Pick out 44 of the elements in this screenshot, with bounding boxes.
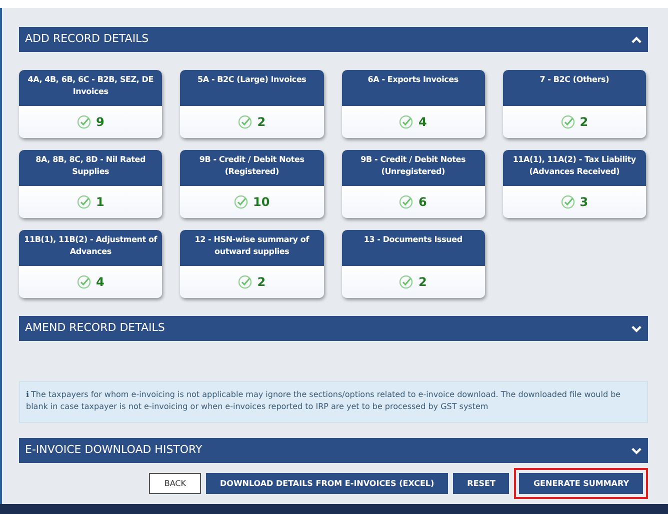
section-card[interactable]: 7 - B2C (Others) 2 xyxy=(502,70,646,138)
action-button[interactable]: BACK xyxy=(149,473,201,494)
section-header[interactable]: AMEND RECORD DETAILS xyxy=(19,316,648,341)
record-count: 2 xyxy=(580,114,588,131)
section-card[interactable]: 11A(1), 11A(2) - Tax Liability (Advances Received) 3 xyxy=(502,150,646,218)
action-button[interactable]: RESET xyxy=(453,473,510,494)
record-count: 2 xyxy=(257,114,266,131)
card-title: 9B - Credit / Debit Notes (Unregistered) xyxy=(342,150,485,186)
section-card[interactable]: 5A - B2C (Large) Invoices 2 xyxy=(180,70,324,138)
record-count: 9 xyxy=(96,114,104,131)
record-count: 2 xyxy=(257,274,266,291)
card-title: 7 - B2C (Others) xyxy=(502,70,646,106)
record-count: 2 xyxy=(418,274,427,291)
section-card[interactable]: 12 - HSN-wise summary of outward supplies 2 xyxy=(180,230,324,298)
section-card[interactable]: 4A, 4B, 6B, 6C - B2B, SEZ, DE Invoices 9 xyxy=(19,70,162,138)
card-title: 6A - Exports Invoices xyxy=(342,70,485,106)
section-card[interactable]: 13 - Documents Issued 2 xyxy=(342,230,485,298)
record-count: 4 xyxy=(96,274,104,291)
section-card[interactable]: 11B(1), 11B(2) - Adjustment of Advances 4 xyxy=(19,230,162,298)
info-message: ℹ The taxpayers for whom e-invoicing is not applicable may ignore the sections/options related to e-invoice download. The downloaded file would be blank in case taxpayer is not e-invoicing or when e-invoices reported to IRP are yet to be processed by GST system xyxy=(26,389,622,413)
card-title: 12 - HSN-wise summary of outward supplies xyxy=(180,230,324,266)
section-card[interactable]: 6A - Exports Invoices 4 xyxy=(342,70,485,138)
record-count: 10 xyxy=(253,194,270,211)
section-title: E-INVOICE DOWNLOAD HISTORY xyxy=(25,442,202,458)
action-button[interactable]: DOWNLOAD DETAILS FROM E-INVOICES (EXCEL) xyxy=(206,473,448,494)
record-count: 6 xyxy=(418,194,427,211)
section-title: AMEND RECORD DETAILS xyxy=(25,320,165,336)
action-button[interactable]: GENERATE SUMMARY xyxy=(519,473,643,494)
record-count: 4 xyxy=(418,114,427,131)
card-title: 11A(1), 11A(2) - Tax Liability (Advances Received) xyxy=(502,150,646,186)
card-title: 9B - Credit / Debit Notes (Registered) xyxy=(180,150,324,186)
section-title: ADD RECORD DETAILS xyxy=(25,31,149,48)
card-title: 4A, 4B, 6B, 6C - B2B, SEZ, DE Invoices xyxy=(19,70,162,106)
card-title: 8A, 8B, 8C, 8D - Nil Rated Supplies xyxy=(19,150,162,186)
card-title: 13 - Documents Issued xyxy=(342,230,485,266)
record-count: 3 xyxy=(580,194,588,211)
card-title: 11B(1), 11B(2) - Adjustment of Advances xyxy=(19,230,162,266)
section-card[interactable]: 9B - Credit / Debit Notes (Unregistered) 6 xyxy=(342,150,485,218)
section-card[interactable]: 8A, 8B, 8C, 8D - Nil Rated Supplies 1 xyxy=(19,150,162,218)
record-count: 1 xyxy=(96,194,104,211)
section-header[interactable]: ADD RECORD DETAILS xyxy=(19,27,648,52)
section-header[interactable]: E-INVOICE DOWNLOAD HISTORY xyxy=(19,438,648,463)
section-card[interactable]: 9B - Credit / Debit Notes (Registered) 10 xyxy=(180,150,324,218)
card-title: 5A - B2C (Large) Invoices xyxy=(180,70,324,106)
